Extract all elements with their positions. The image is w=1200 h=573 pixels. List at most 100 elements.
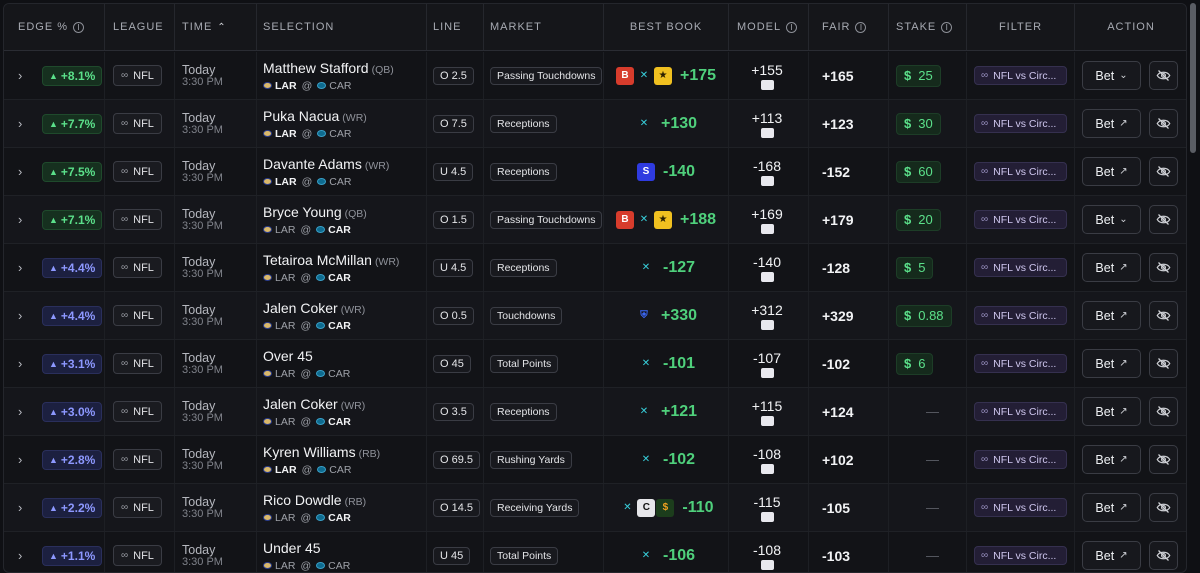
bet-button[interactable]: Bet ↗: [1082, 301, 1141, 330]
filter-badge[interactable]: ∞ NFL vs Circ...: [974, 498, 1067, 517]
header-line[interactable]: LINE: [427, 4, 484, 50]
expand-chevron-icon[interactable]: ›: [18, 117, 28, 131]
expand-chevron-icon[interactable]: ›: [18, 357, 28, 371]
expand-chevron-icon[interactable]: ›: [18, 69, 28, 83]
table-row[interactable]: › ▲ +7.7% ∞ NFL Today 3:30 PM Puka Nacua (WR…: [4, 100, 1186, 148]
away-team: CAR: [329, 463, 352, 476]
dollar-icon: $: [904, 308, 912, 323]
table-row[interactable]: › ▲ +3.0% ∞ NFL Today 3:30 PM Jalen Coker (W…: [4, 388, 1186, 436]
selection-position: (RB): [358, 447, 381, 460]
bet-button[interactable]: Bet ↗: [1082, 109, 1141, 138]
header-edge[interactable]: EDGE % i: [4, 4, 105, 50]
header-fair[interactable]: FAIR i: [809, 4, 889, 50]
external-link-icon: ↗: [1119, 454, 1128, 465]
hide-button[interactable]: [1149, 397, 1178, 426]
hide-button[interactable]: [1149, 61, 1178, 90]
table-row[interactable]: › ▲ +7.1% ∞ NFL Today 3:30 PM Bryce Young (Q…: [4, 196, 1186, 244]
away-team: CAR: [328, 271, 351, 284]
table-row[interactable]: › ▲ +3.1% ∞ NFL Today 3:30 PM Over 45 LAR @…: [4, 340, 1186, 388]
expand-chevron-icon[interactable]: ›: [18, 309, 28, 323]
book-x-logo: ✕: [639, 118, 649, 129]
home-team: LAR: [275, 415, 296, 428]
filter-badge[interactable]: ∞ NFL vs Circ...: [974, 450, 1067, 469]
expand-chevron-icon[interactable]: ›: [18, 549, 28, 563]
panthers-logo-icon: [317, 130, 327, 137]
table-row[interactable]: › ▲ +2.8% ∞ NFL Today 3:30 PM Kyren William…: [4, 436, 1186, 484]
table-row[interactable]: › ▲ +7.5% ∞ NFL Today 3:30 PM Davante Adams…: [4, 148, 1186, 196]
bet-button[interactable]: Bet ↗: [1082, 445, 1141, 474]
best-odds: -110: [682, 498, 714, 516]
filter-badge[interactable]: ∞ NFL vs Circ...: [974, 258, 1067, 277]
header-best-book[interactable]: BEST BOOK: [604, 4, 729, 50]
expand-chevron-icon[interactable]: ›: [18, 165, 28, 179]
hide-button[interactable]: [1149, 157, 1178, 186]
scrollbar-thumb[interactable]: [1190, 3, 1196, 153]
expand-chevron-icon[interactable]: ›: [18, 405, 28, 419]
bet-button[interactable]: Bet ⌄: [1082, 205, 1141, 234]
bet-button[interactable]: Bet ↗: [1082, 253, 1141, 282]
expand-chevron-icon[interactable]: ›: [18, 453, 28, 467]
filter-badge[interactable]: ∞ NFL vs Circ...: [974, 210, 1067, 229]
rams-logo-icon: [263, 226, 272, 233]
link-icon: ∞: [981, 406, 989, 417]
filter-badge[interactable]: ∞ NFL vs Circ...: [974, 162, 1067, 181]
line-badge: O 7.5: [433, 114, 474, 133]
expand-chevron-icon[interactable]: ›: [18, 261, 28, 275]
circa-model-icon: [760, 127, 774, 138]
bet-button[interactable]: Bet ↗: [1082, 157, 1141, 186]
link-icon: ∞: [121, 310, 129, 321]
link-icon: ∞: [981, 358, 989, 369]
bet-button[interactable]: Bet ⌄: [1082, 61, 1141, 90]
expand-chevron-icon[interactable]: ›: [18, 501, 28, 515]
stake-empty: —: [926, 500, 939, 515]
bet-button[interactable]: Bet ↗: [1082, 541, 1141, 570]
table-row[interactable]: › ▲ +8.1% ∞ NFL Today 3:30 PM Matthew Staff…: [4, 52, 1186, 100]
filter-badge[interactable]: ∞ NFL vs Circ...: [974, 306, 1067, 325]
hide-button[interactable]: [1149, 349, 1178, 378]
league-badge: ∞ NFL: [113, 161, 162, 182]
circa-model-icon: [760, 511, 774, 522]
header-stake[interactable]: STAKE i: [889, 4, 967, 50]
hide-button[interactable]: [1149, 493, 1178, 522]
book-x-logo: ✕: [639, 70, 649, 81]
header-selection[interactable]: SELECTION: [257, 4, 427, 50]
bet-button[interactable]: Bet ↗: [1082, 349, 1141, 378]
hide-button[interactable]: [1149, 541, 1178, 570]
book-logos: ✕ C $: [618, 498, 675, 517]
bet-button[interactable]: Bet ↗: [1082, 397, 1141, 426]
fair-odds: -105: [822, 499, 851, 516]
header-market[interactable]: MARKET: [484, 4, 604, 50]
hide-button[interactable]: [1149, 205, 1178, 234]
table-row[interactable]: › ▲ +1.1% ∞ NFL Today 3:30 PM Under 45 LAR …: [4, 532, 1186, 572]
filter-badge[interactable]: ∞ NFL vs Circ...: [974, 402, 1067, 421]
header-league[interactable]: LEAGUE: [105, 4, 175, 50]
dollar-icon: $: [904, 116, 912, 131]
scrollbar[interactable]: [1189, 3, 1197, 573]
selection-position: (WR): [340, 303, 366, 316]
hide-button[interactable]: [1149, 445, 1178, 474]
model-odds: -107: [752, 349, 782, 366]
filter-badge[interactable]: ∞ NFL vs Circ...: [974, 66, 1067, 85]
filter-badge[interactable]: ∞ NFL vs Circ...: [974, 546, 1067, 565]
header-model[interactable]: MODEL i: [729, 4, 809, 50]
filter-badge[interactable]: ∞ NFL vs Circ...: [974, 354, 1067, 373]
fair-odds: +329: [822, 307, 854, 324]
hide-button[interactable]: [1149, 301, 1178, 330]
filter-badge[interactable]: ∞ NFL vs Circ...: [974, 114, 1067, 133]
table-row[interactable]: › ▲ +2.2% ∞ NFL Today 3:30 PM Rico Dowdle (R…: [4, 484, 1186, 532]
model-odds: +169: [751, 205, 783, 222]
header-time[interactable]: TIME ⌃: [175, 4, 257, 50]
matchup: LAR @ CAR: [263, 80, 394, 92]
bet-button[interactable]: Bet ↗: [1082, 493, 1141, 522]
best-odds: +130: [660, 114, 698, 132]
table-row[interactable]: › ▲ +4.4% ∞ NFL Today 3:30 PM Tetairoa McMi…: [4, 244, 1186, 292]
table-row[interactable]: › ▲ +4.4% ∞ NFL Today 3:30 PM Jalen Coker (W…: [4, 292, 1186, 340]
hide-button[interactable]: [1149, 109, 1178, 138]
expand-chevron-icon[interactable]: ›: [18, 213, 28, 227]
link-icon: ∞: [121, 118, 129, 129]
matchup: LAR @ CAR: [263, 176, 389, 188]
hide-button[interactable]: [1149, 253, 1178, 282]
book-x-logo: ✕: [639, 406, 649, 417]
eye-off-icon: [1156, 70, 1171, 81]
panthers-logo-icon: [317, 178, 327, 185]
